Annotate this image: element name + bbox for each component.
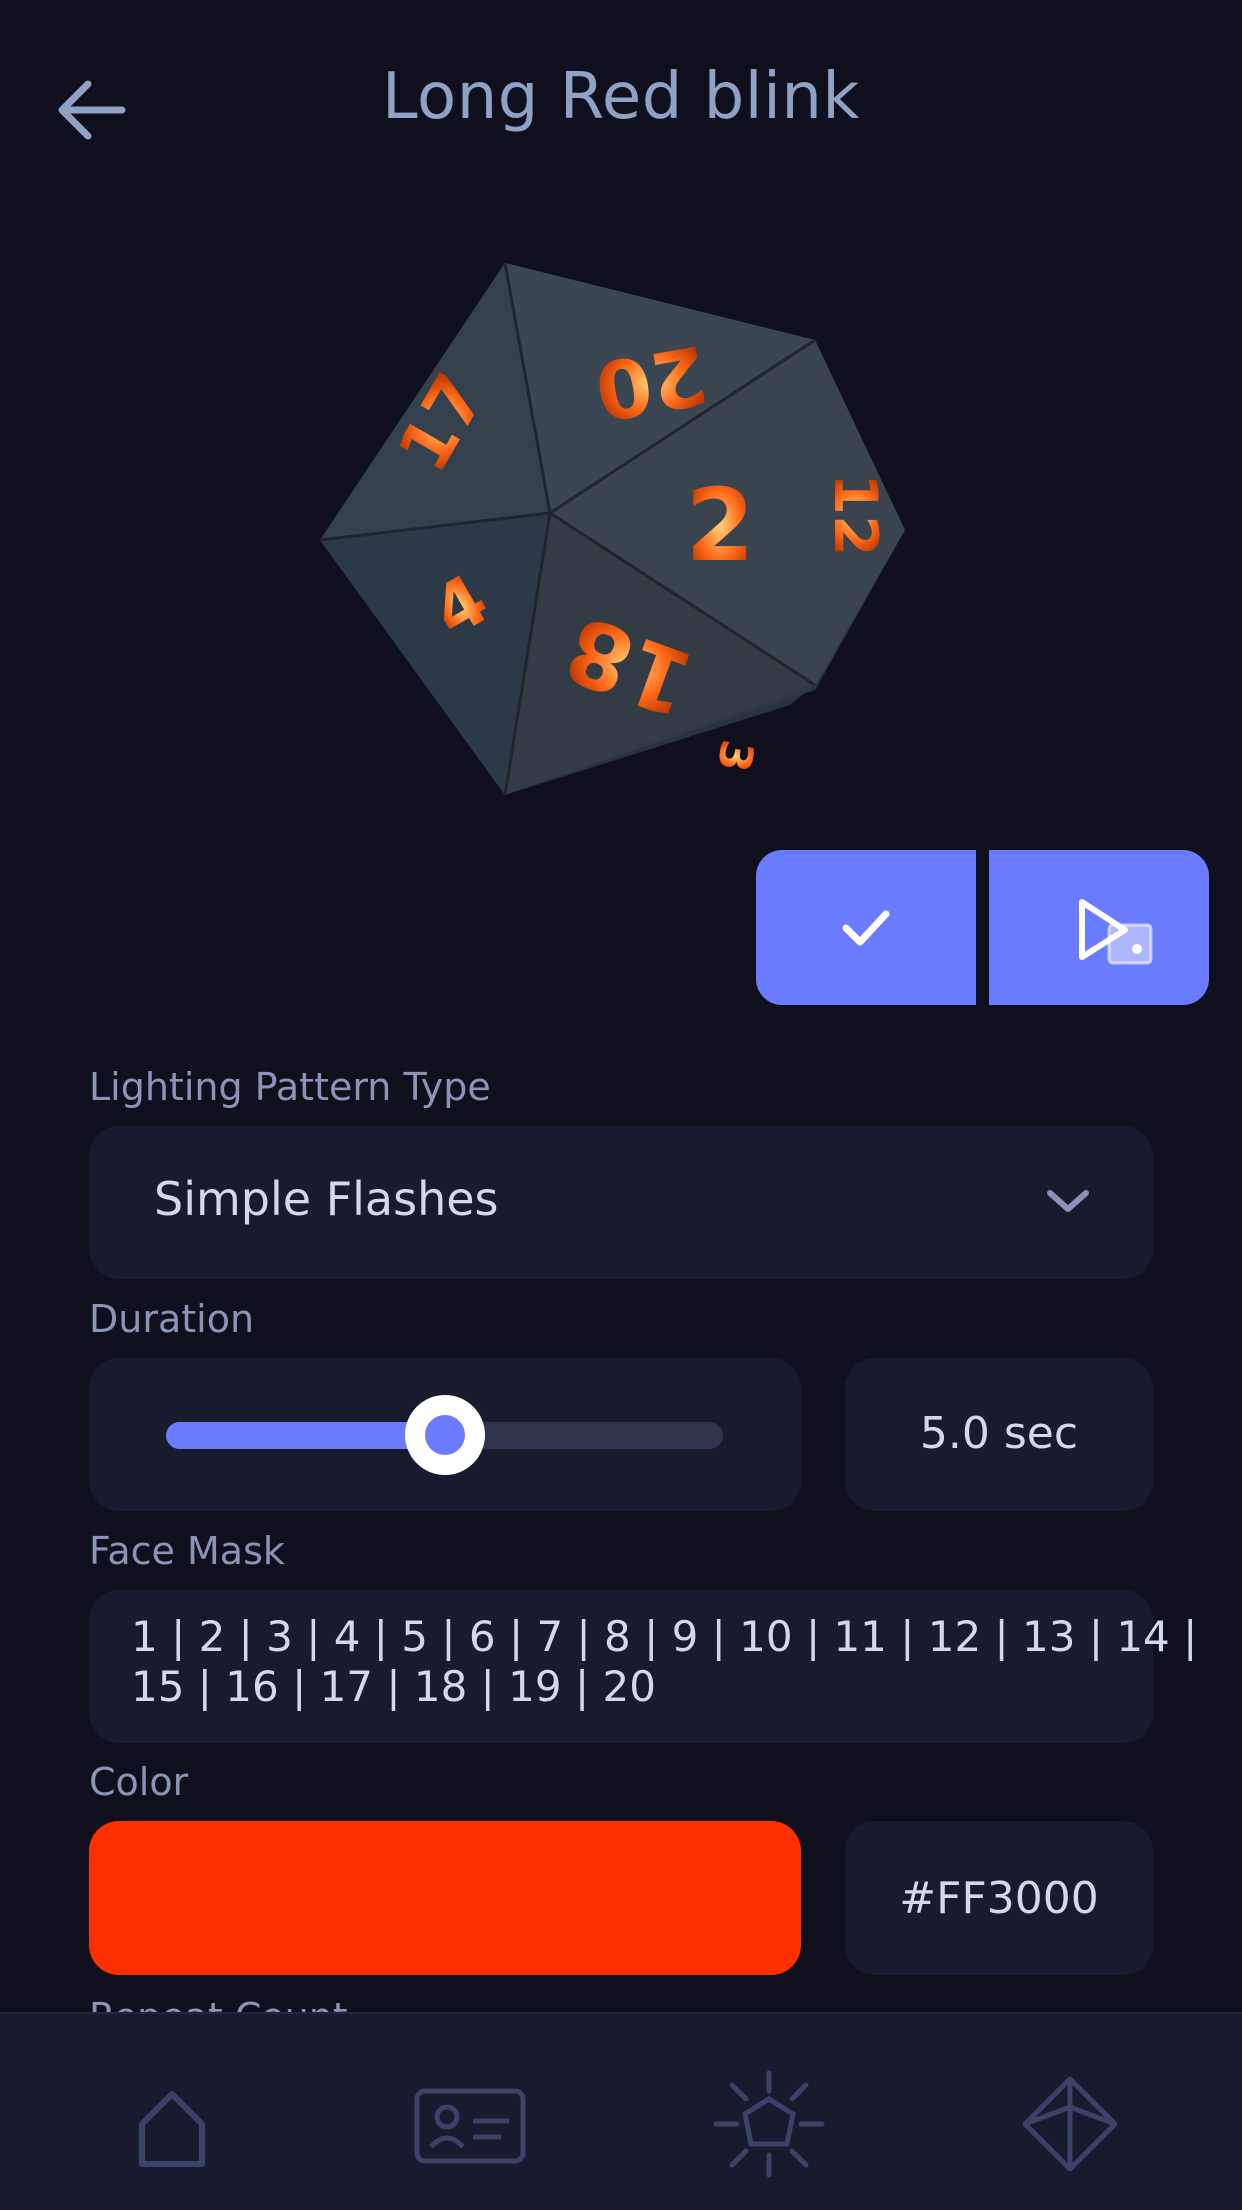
slider-fill <box>166 1422 445 1449</box>
pattern-type-label: Lighting Pattern Type <box>89 1065 491 1109</box>
face-mask-field[interactable]: 1 | 2 | 3 | 4 | 5 | 6 | 7 | 8 | 9 | 10 |… <box>89 1590 1197 1743</box>
id-card-icon <box>414 2088 526 2164</box>
pattern-type-dropdown[interactable]: Simple Flashes <box>89 1126 1153 1279</box>
face-mask-label: Face Mask <box>89 1529 285 1573</box>
color-hex-value: #FF3000 <box>899 1873 1099 1924</box>
color-label: Color <box>89 1760 189 1804</box>
die-number: 20 <box>588 327 714 438</box>
die-number: 2 <box>685 467 755 584</box>
checkmark-icon <box>842 910 890 946</box>
die-burst-icon <box>713 2070 825 2178</box>
duration-label: Duration <box>89 1297 255 1341</box>
bottom-nav <box>0 2012 1242 2210</box>
d8-die-icon <box>1022 2076 1118 2172</box>
die-number: 12 <box>820 473 890 557</box>
slider-thumb[interactable] <box>404 1395 485 1475</box>
slider-thumb-center <box>424 1415 465 1455</box>
duration-value-box: 5.0 sec <box>845 1358 1153 1511</box>
face-mask-line-1: 1 | 2 | 3 | 4 | 5 | 6 | 7 | 8 | 9 | 10 |… <box>131 1612 1198 1661</box>
nav-dice[interactable] <box>1005 2069 1135 2179</box>
nav-dice-lights[interactable] <box>704 2069 834 2179</box>
play-die-icon <box>1079 899 1153 965</box>
chevron-down-icon <box>1047 1190 1089 1212</box>
apply-pattern-button[interactable] <box>756 850 976 1005</box>
pattern-type-value: Simple Flashes <box>154 1172 499 1226</box>
duration-slider[interactable] <box>89 1358 801 1511</box>
face-mask-line-2: 15 | 16 | 17 | 18 | 19 | 20 <box>131 1662 656 1711</box>
duration-value: 5.0 sec <box>919 1408 1079 1459</box>
nav-home[interactable] <box>107 2069 237 2179</box>
color-swatch[interactable] <box>89 1821 801 1975</box>
page-title: Long Red blink <box>382 60 860 134</box>
home-icon <box>139 2091 205 2167</box>
color-hex-box[interactable]: #FF3000 <box>845 1821 1153 1975</box>
roll-preview-button[interactable] <box>989 850 1209 1005</box>
die-preview: 20 17 2 12 4 18 3 <box>310 255 910 805</box>
nav-profile[interactable] <box>405 2069 535 2179</box>
die-number: 3 <box>707 736 765 776</box>
